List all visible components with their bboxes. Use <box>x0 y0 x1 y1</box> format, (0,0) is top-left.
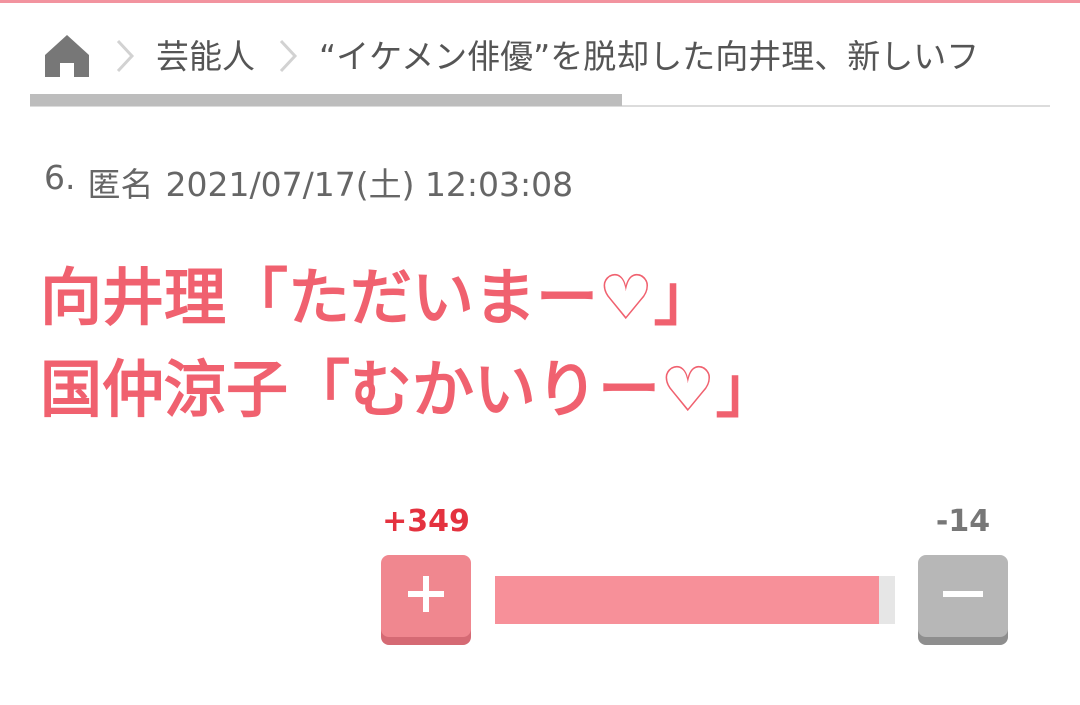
post-author: 匿名 <box>87 165 154 204</box>
vote-ratio-bar <box>495 576 895 624</box>
post-datetime: 2021/07/17(土) 12:03:08 <box>165 165 574 204</box>
breadcrumb-category[interactable]: 芸能人 <box>156 40 255 73</box>
breadcrumb: 芸能人 “イケメン俳優”を脱却した向井理、新しいフ <box>30 24 1050 88</box>
chevron-right-icon <box>275 36 301 76</box>
post-number: 6. <box>44 158 76 197</box>
progress-fill <box>30 94 622 106</box>
post-body: 向井理「ただいまー♡」 国仲涼子「むかいりー♡」 <box>40 252 1050 436</box>
chevron-right-icon <box>112 36 138 76</box>
plus-vote-button[interactable] <box>381 555 471 637</box>
breadcrumb-current-article[interactable]: “イケメン俳優”を脱却した向井理、新しいフ <box>319 40 1050 73</box>
plus-vote-count: +349 <box>382 504 470 539</box>
post-meta: 6. 匿名 2021/07/17(土) 12:03:08 <box>44 158 573 206</box>
minus-icon <box>941 572 985 620</box>
reading-progress-bar <box>30 94 1050 108</box>
post-body-line: 向井理「ただいまー♡」 <box>40 261 716 334</box>
post-body-line: 国仲涼子「むかいりー♡」 <box>40 353 778 426</box>
top-accent-line <box>0 0 1080 3</box>
minus-vote-count: -14 <box>935 504 991 539</box>
plus-icon <box>404 572 448 620</box>
home-icon[interactable] <box>42 32 92 80</box>
minus-vote-button[interactable] <box>918 555 1008 637</box>
vote-ratio-fill <box>495 576 880 624</box>
